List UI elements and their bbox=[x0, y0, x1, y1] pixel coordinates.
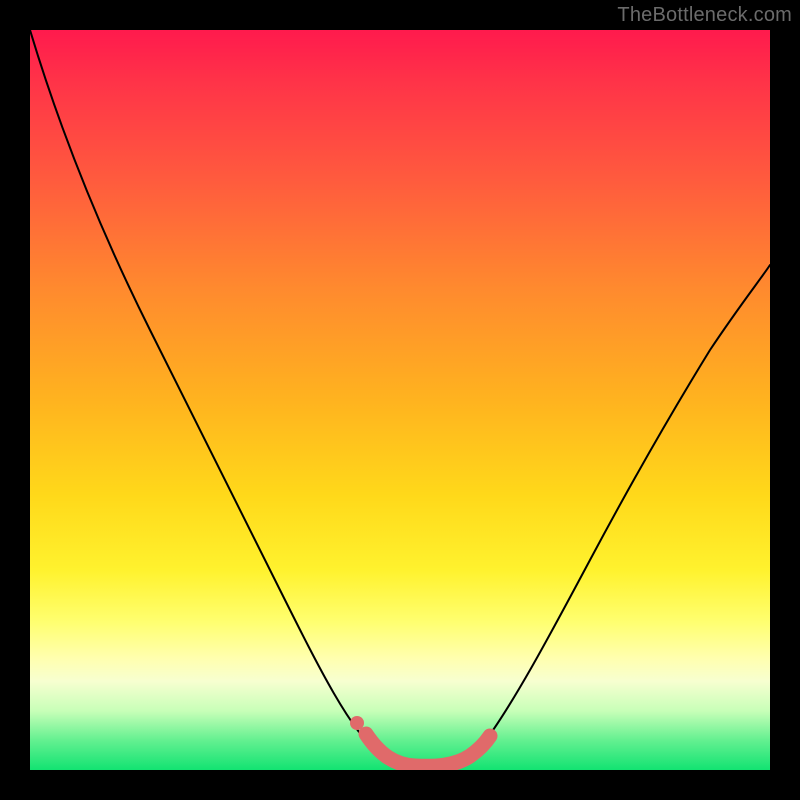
watermark-text: TheBottleneck.com bbox=[617, 4, 792, 27]
plot-background-gradient bbox=[30, 30, 770, 770]
chart-frame: TheBottleneck.com bbox=[0, 0, 800, 800]
